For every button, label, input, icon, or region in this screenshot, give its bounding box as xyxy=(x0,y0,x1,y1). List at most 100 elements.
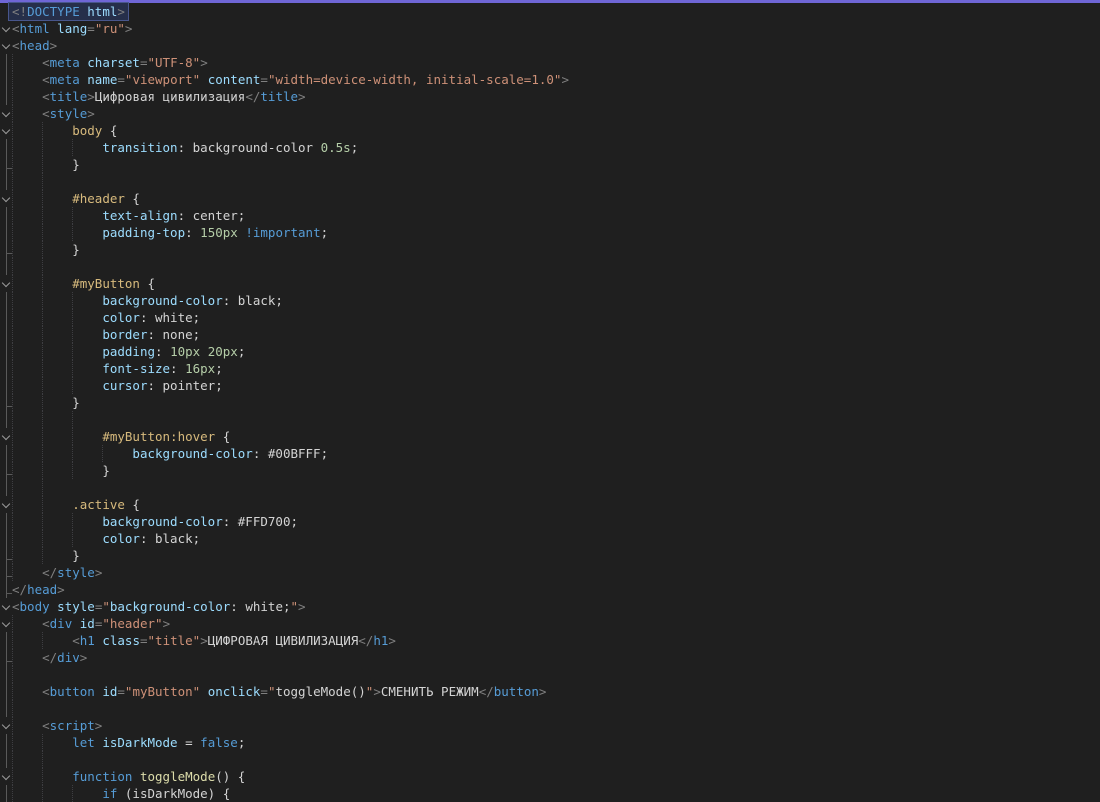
fold-gutter xyxy=(0,326,12,343)
fold-gutter xyxy=(0,564,12,581)
code-line[interactable]: padding: 10px 20px; xyxy=(0,343,1100,360)
code-line[interactable] xyxy=(0,751,1100,768)
code-line[interactable] xyxy=(0,258,1100,275)
code-area[interactable]: <!DOCTYPE html> <html lang="ru"> <head> <m… xyxy=(0,3,1100,802)
code-line[interactable]: background-color: #00BFFF; xyxy=(0,445,1100,462)
code-line[interactable] xyxy=(0,479,1100,496)
code-line[interactable]: <body style="background-color: white;"> xyxy=(0,598,1100,615)
fold-gutter xyxy=(0,258,12,275)
code-text: background-color: #FFD700; xyxy=(102,514,298,529)
code-line[interactable] xyxy=(0,700,1100,717)
code-line[interactable]: </head> xyxy=(0,581,1100,598)
indent-guide xyxy=(12,513,13,530)
code-line[interactable]: <meta charset="UTF-8"> xyxy=(0,54,1100,71)
code-line[interactable]: <script> xyxy=(0,717,1100,734)
fold-chevron-icon[interactable] xyxy=(0,717,12,734)
fold-chevron-icon[interactable] xyxy=(0,122,12,139)
fold-gutter xyxy=(0,734,12,751)
indent-guide xyxy=(72,377,74,394)
indent-guide xyxy=(72,785,74,802)
code-line[interactable]: #header { xyxy=(0,190,1100,207)
code-text: transition: background-color 0.5s; xyxy=(102,140,359,155)
indent-guide xyxy=(12,632,13,649)
fold-chevron-icon[interactable] xyxy=(0,275,12,292)
indent-guide xyxy=(42,309,44,326)
code-text: } xyxy=(72,395,80,410)
code-line[interactable]: transition: background-color 0.5s; xyxy=(0,139,1100,156)
code-line[interactable]: } xyxy=(0,547,1100,564)
indent-guide xyxy=(12,683,13,700)
code-line[interactable]: <div id="header"> xyxy=(0,615,1100,632)
code-line[interactable]: text-align: center; xyxy=(0,207,1100,224)
code-line[interactable]: } xyxy=(0,241,1100,258)
indent-guide xyxy=(72,428,74,445)
fold-gutter xyxy=(0,649,12,666)
code-line[interactable]: color: white; xyxy=(0,309,1100,326)
code-line[interactable]: } xyxy=(0,462,1100,479)
indent-guide xyxy=(12,700,13,717)
code-line[interactable] xyxy=(0,666,1100,683)
code-text: <meta name="viewport" content="width=dev… xyxy=(42,72,569,87)
fold-gutter xyxy=(0,343,12,360)
fold-chevron-icon[interactable] xyxy=(0,615,12,632)
code-text: #myButton:hover { xyxy=(102,429,231,444)
code-line[interactable]: </div> xyxy=(0,649,1100,666)
indent-guide xyxy=(12,224,13,241)
indent-guide xyxy=(12,394,13,411)
code-line[interactable]: cursor: pointer; xyxy=(0,377,1100,394)
fold-chevron-icon[interactable] xyxy=(0,496,12,513)
fold-chevron-icon[interactable] xyxy=(0,20,12,37)
code-line[interactable]: font-size: 16px; xyxy=(0,360,1100,377)
indent-guide xyxy=(12,190,13,207)
code-line[interactable]: } xyxy=(0,156,1100,173)
fold-chevron-icon[interactable] xyxy=(0,105,12,122)
code-text: .active { xyxy=(72,497,140,512)
code-line[interactable]: } xyxy=(0,394,1100,411)
code-line[interactable]: let isDarkMode = false; xyxy=(0,734,1100,751)
indent-guide xyxy=(12,360,13,377)
code-line[interactable]: #myButton:hover { xyxy=(0,428,1100,445)
code-line[interactable]: background-color: black; xyxy=(0,292,1100,309)
code-text: cursor: pointer; xyxy=(102,378,223,393)
code-line[interactable]: </style> xyxy=(0,564,1100,581)
fold-chevron-icon[interactable] xyxy=(0,37,12,54)
fold-gutter xyxy=(0,547,12,564)
code-line[interactable]: <h1 class="title">ЦИФРОВАЯ ЦИВИЛИЗАЦИЯ</… xyxy=(0,632,1100,649)
fold-gutter xyxy=(0,666,12,683)
fold-gutter xyxy=(0,54,12,71)
code-line[interactable] xyxy=(0,411,1100,428)
code-line[interactable]: <head> xyxy=(0,37,1100,54)
code-line[interactable]: <title>Цифровая цивилизация</title> xyxy=(0,88,1100,105)
indent-guide xyxy=(12,445,13,462)
code-line[interactable]: border: none; xyxy=(0,326,1100,343)
code-line[interactable]: <!DOCTYPE html> xyxy=(0,3,1100,20)
fold-gutter xyxy=(0,3,12,20)
indent-guide xyxy=(12,428,13,445)
indent-guide xyxy=(42,360,44,377)
code-line[interactable]: .active { xyxy=(0,496,1100,513)
code-line[interactable]: <style> xyxy=(0,105,1100,122)
code-line[interactable]: <meta name="viewport" content="width=dev… xyxy=(0,71,1100,88)
indent-guide xyxy=(12,88,13,105)
fold-chevron-icon[interactable] xyxy=(0,598,12,615)
fold-chevron-icon[interactable] xyxy=(0,428,12,445)
code-line[interactable]: padding-top: 150px !important; xyxy=(0,224,1100,241)
code-line[interactable]: body { xyxy=(0,122,1100,139)
indent-guide xyxy=(72,445,74,462)
code-line[interactable]: <html lang="ru"> xyxy=(0,20,1100,37)
indent-guide xyxy=(42,258,44,275)
code-line[interactable]: #myButton { xyxy=(0,275,1100,292)
code-line[interactable]: <button id="myButton" onclick="toggleMod… xyxy=(0,683,1100,700)
fold-chevron-icon[interactable] xyxy=(0,768,12,785)
code-line[interactable]: color: black; xyxy=(0,530,1100,547)
fold-gutter xyxy=(0,173,12,190)
indent-guide xyxy=(12,156,13,173)
code-line[interactable] xyxy=(0,173,1100,190)
fold-gutter xyxy=(0,530,12,547)
code-text: <h1 class="title">ЦИФРОВАЯ ЦИВИЛИЗАЦИЯ</… xyxy=(72,633,396,648)
code-line[interactable]: function toggleMode() { xyxy=(0,768,1100,785)
code-line[interactable]: if (isDarkMode) { xyxy=(0,785,1100,802)
fold-chevron-icon[interactable] xyxy=(0,190,12,207)
code-line[interactable]: background-color: #FFD700; xyxy=(0,513,1100,530)
indent-guide xyxy=(102,445,104,462)
